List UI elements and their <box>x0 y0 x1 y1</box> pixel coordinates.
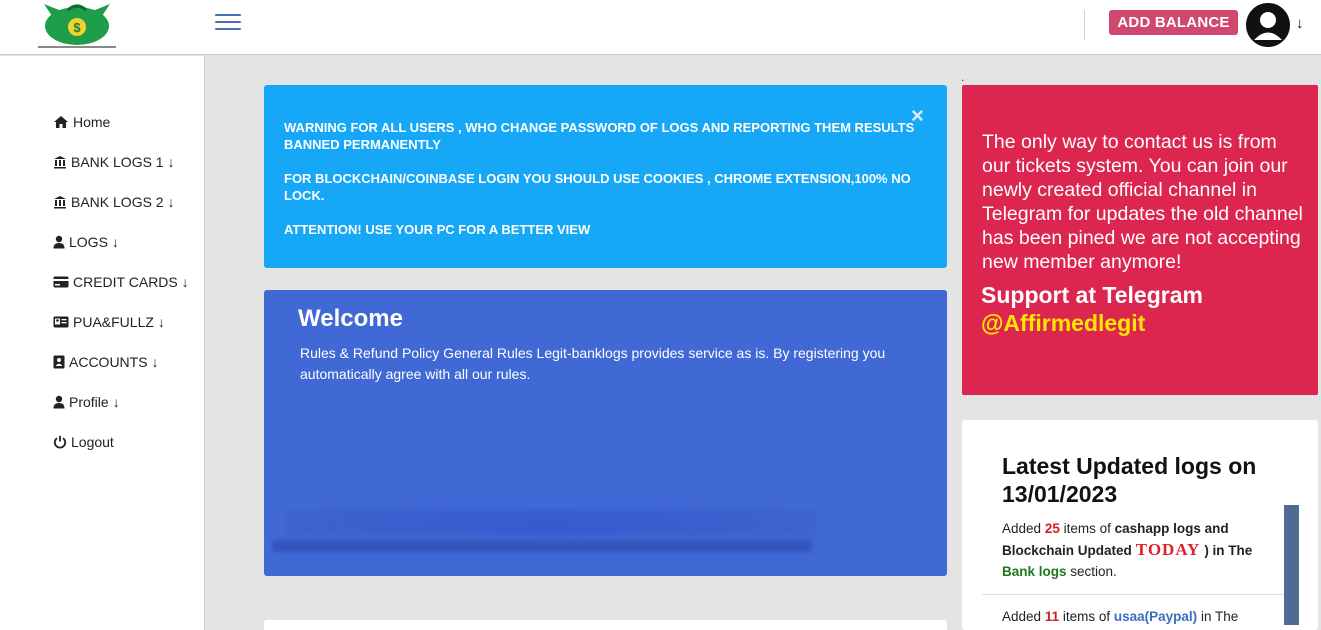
update-entry: Added 25 items of cashapp logs and Block… <box>1002 521 1253 579</box>
sidebar-item-label: BANK LOGS 2 <box>71 194 164 210</box>
contact-notice: The only way to contact us is from our t… <box>962 85 1318 395</box>
chevron-down-icon: ↓ <box>167 154 175 170</box>
warning-alert: WARNING FOR ALL USERS , WHO CHANGE PASSW… <box>264 85 947 268</box>
sidebar-item-bank-logs-1[interactable]: BANK LOGS 1 ↓ <box>53 152 175 172</box>
welcome-title: Welcome <box>298 305 403 332</box>
sidebar-item-pua-fullz[interactable]: PUA&FULLZ ↓ <box>53 312 165 332</box>
content-card <box>264 620 947 630</box>
chevron-down-icon: ↓ <box>157 314 165 330</box>
sidebar-item-profile[interactable]: Profile ↓ <box>53 392 120 412</box>
bank-icon <box>54 156 66 169</box>
sidebar-item-logout[interactable]: Logout <box>53 432 114 452</box>
scrollbar[interactable] <box>1284 505 1299 625</box>
sidebar: Home BANK LOGS 1 ↓ BANK LOGS 2 ↓ LOGS ↓ … <box>0 56 205 630</box>
warning-line-2: FOR BLOCKCHAIN/COINBASE LOGIN YOU SHOULD… <box>284 171 911 203</box>
warning-line-3: ATTENTION! USE YOUR PC FOR A BETTER VIEW <box>284 222 591 237</box>
bank-logs-link[interactable]: Bank logs <box>1002 564 1067 579</box>
contact-book-icon <box>53 355 65 369</box>
support-heading: Support at Telegram <box>981 282 1203 308</box>
power-icon <box>53 435 67 449</box>
welcome-panel: Welcome Rules & Refund Policy General Ru… <box>264 290 947 576</box>
svg-text:$: $ <box>73 20 81 35</box>
sidebar-item-label: Home <box>73 114 111 130</box>
sidebar-item-home[interactable]: Home <box>53 112 110 132</box>
header-divider <box>1084 10 1085 40</box>
warning-line-1: WARNING FOR ALL USERS , WHO CHANGE PASSW… <box>284 120 915 152</box>
bank-icon <box>54 196 66 209</box>
chevron-down-icon: ↓ <box>167 194 175 210</box>
add-balance-button[interactable]: ADD BALANCE <box>1109 10 1238 35</box>
user-icon <box>53 395 65 409</box>
sidebar-item-bank-logs-2[interactable]: BANK LOGS 2 ↓ <box>53 192 175 212</box>
chevron-down-icon: ↓ <box>112 394 120 410</box>
sidebar-item-label: PUA&FULLZ <box>73 314 154 330</box>
menu-toggle-button[interactable] <box>215 14 241 32</box>
id-card-icon <box>53 316 69 328</box>
chevron-down-icon: ↓ <box>111 234 119 250</box>
credit-card-icon <box>53 276 69 288</box>
site-logo[interactable]: $ <box>34 2 120 50</box>
telegram-handle-link[interactable]: @Affirmedlegit <box>981 310 1145 337</box>
avatar-dropdown-arrow-icon[interactable]: ↓ <box>1296 15 1304 32</box>
avatar[interactable] <box>1246 3 1290 47</box>
today-badge: TODAY <box>1135 540 1201 559</box>
close-icon[interactable]: × <box>911 105 924 127</box>
sidebar-item-label: BANK LOGS 1 <box>71 154 164 170</box>
home-icon <box>54 116 68 128</box>
sidebar-item-label: ACCOUNTS <box>69 354 148 370</box>
sidebar-item-label: LOGS <box>69 234 108 250</box>
chevron-down-icon: ↓ <box>151 354 159 370</box>
sidebar-item-label: CREDIT CARDS <box>73 274 178 290</box>
latest-updates-title: Latest Updated logs on 13/01/2023 <box>1002 453 1257 507</box>
stray-dot: . <box>961 70 965 84</box>
blurred-content <box>286 510 816 536</box>
latest-updates-card: Latest Updated logs on 13/01/2023 Added … <box>962 420 1318 630</box>
sidebar-item-credit-cards[interactable]: CREDIT CARDS ↓ <box>53 272 189 292</box>
sidebar-item-label: Logout <box>71 434 114 450</box>
divider <box>982 594 1284 595</box>
sidebar-item-logs[interactable]: LOGS ↓ <box>53 232 119 252</box>
welcome-text: Rules & Refund Policy General Rules Legi… <box>300 345 886 382</box>
sidebar-item-accounts[interactable]: ACCOUNTS ↓ <box>53 352 159 372</box>
contact-text: The only way to contact us is from our t… <box>982 131 1303 273</box>
user-icon <box>53 235 65 249</box>
blurred-content <box>272 540 812 552</box>
top-header: $ ADD BALANCE ↓ <box>0 0 1321 55</box>
sidebar-item-label: Profile <box>69 394 109 410</box>
update-entry: Added 11 items of usaa(Paypal) in The <box>1002 609 1239 624</box>
chevron-down-icon: ↓ <box>181 274 189 290</box>
